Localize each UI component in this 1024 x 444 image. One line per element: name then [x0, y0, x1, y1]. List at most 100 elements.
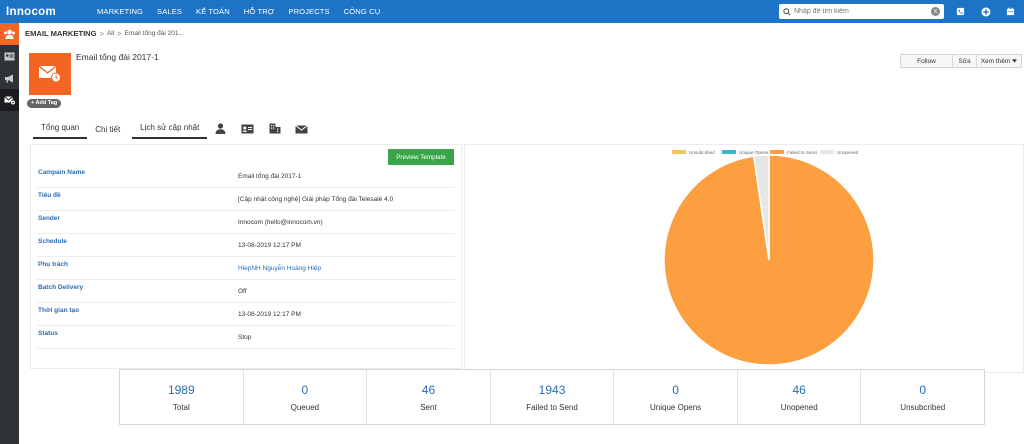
- field-label: Phụ trách: [38, 261, 68, 268]
- tab-overview[interactable]: Tổng quan: [33, 118, 88, 139]
- edit-button[interactable]: Sửa: [953, 54, 977, 68]
- field-value: Innocom (hello@innocom.vn): [238, 219, 323, 226]
- detail-row-status: Status Stop: [37, 326, 455, 349]
- stat-total: 1989 Total: [120, 370, 243, 424]
- top-icons: [943, 4, 1018, 19]
- stat-label: Sent: [420, 402, 437, 412]
- calendar-icon[interactable]: [1003, 4, 1018, 19]
- nav-sales[interactable]: SALES: [157, 7, 182, 16]
- envelope-icon: [295, 125, 309, 134]
- logo-text-3: com: [31, 5, 57, 18]
- field-value: Stop: [238, 334, 252, 341]
- detail-row-batch-delivery: Batch Delivery Off: [37, 280, 455, 303]
- phone-icon[interactable]: [953, 4, 968, 19]
- legend-item[interactable]: Unsubcribed: [672, 150, 715, 155]
- tab-contacts[interactable]: [207, 118, 234, 139]
- sidebar-item-email-marketing[interactable]: [0, 89, 19, 111]
- field-label: Tiêu đề: [38, 192, 61, 199]
- campaign-avatar: [29, 53, 71, 95]
- stat-value: 0: [672, 382, 679, 397]
- field-value: 13-08-2019 12:17 PM: [238, 242, 301, 249]
- stat-label: Unsubcribed: [900, 402, 946, 412]
- nav-projects[interactable]: PROJECTS: [288, 7, 329, 16]
- contact-card-icon: [241, 124, 254, 134]
- stat-value: 1989: [167, 382, 195, 397]
- nav-accounting[interactable]: KẾ TOÁN: [196, 7, 230, 16]
- legend-swatch: [770, 150, 784, 154]
- stat-value: 1943: [538, 382, 566, 397]
- app-logo[interactable]: Innocom: [0, 6, 65, 18]
- email-settings-icon: [3, 95, 16, 105]
- breadcrumb: EMAIL MARKETING > All > Email tổng đài 2…: [25, 29, 184, 38]
- field-label: Status: [38, 330, 58, 337]
- user-icon: [215, 123, 226, 134]
- stat-failed: 1943 Failed to Send: [489, 370, 614, 424]
- sidebar-item-campaigns[interactable]: [0, 67, 19, 89]
- follow-button[interactable]: Follow: [900, 54, 953, 68]
- sidebar-item-contacts[interactable]: [0, 45, 19, 67]
- record-actions: Follow Sửa Xem thêm: [900, 54, 1022, 68]
- legend-item[interactable]: Unopened: [820, 150, 859, 155]
- building-icon: [269, 123, 281, 134]
- campaign-details-card: Preview Template Campain Name Email tổng…: [30, 144, 462, 369]
- stat-label: Unopened: [780, 402, 818, 412]
- left-sidebar: [0, 23, 19, 444]
- search-input[interactable]: [794, 8, 934, 15]
- breadcrumb-all[interactable]: All: [107, 30, 114, 37]
- breadcrumb-separator: >: [117, 29, 122, 38]
- field-value: 13-08-2019 12:17 PM: [238, 311, 301, 318]
- stat-queued: 0 Queued: [242, 370, 367, 424]
- search-box: x: [779, 4, 944, 19]
- legend-label: Failed to Send: [787, 150, 817, 155]
- detail-row-owner: Phụ trách HiepNH Nguyễn Hoàng Hiệp: [37, 257, 455, 280]
- breadcrumb-root[interactable]: EMAIL MARKETING: [25, 29, 97, 38]
- nav-marketing[interactable]: MARKETING: [97, 7, 143, 16]
- stat-unique-opens: 0 Unique Opens: [613, 370, 737, 424]
- legend-swatch: [820, 150, 834, 154]
- breadcrumb-separator: >: [99, 29, 104, 38]
- stat-label: Queued: [290, 402, 320, 412]
- legend-item[interactable]: Failed to Send: [770, 150, 817, 155]
- stat-value: 0: [919, 382, 927, 397]
- stat-value: 46: [421, 382, 436, 397]
- pie-chart: Unsubcribed Unique Opens Failed to Send Uno…: [663, 150, 875, 366]
- tab-emails[interactable]: [288, 118, 315, 139]
- nav-support[interactable]: HỖ TRỢ: [244, 7, 275, 16]
- legend-swatch: [722, 150, 736, 154]
- stats-bar: 1989 Total 0 Queued 46 Sent 1943 Failed to S…: [119, 369, 985, 425]
- legend-item[interactable]: Unique Opens: [722, 150, 769, 155]
- detail-row-schedule: Schedule 13-08-2019 12:17 PM: [37, 234, 455, 257]
- preview-template-button[interactable]: Preview Template: [388, 149, 454, 165]
- tab-history[interactable]: Lịch sử cập nhật: [132, 118, 208, 139]
- logo-text-1: Inn: [6, 5, 25, 18]
- add-tag-button[interactable]: + Add Tag: [27, 99, 62, 108]
- email-campaign-icon: [38, 65, 61, 83]
- clear-search-icon[interactable]: x: [931, 7, 940, 16]
- stat-unsubscribed: 0 Unsubcribed: [860, 370, 984, 424]
- nav-tools[interactable]: CÔNG CỤ: [344, 7, 381, 16]
- main-content: EMAIL MARKETING > All > Email tổng đài 2…: [19, 23, 1024, 444]
- field-label: Sender: [38, 215, 61, 222]
- search-icon: [783, 7, 791, 16]
- more-dropdown-button[interactable]: Xem thêm: [977, 54, 1022, 68]
- page-title: Email tổng đài 2017-1: [76, 52, 159, 62]
- detail-row-campaign-name: Campain Name Email tổng đài 2017-1: [37, 165, 455, 188]
- sidebar-item-users[interactable]: [0, 23, 19, 45]
- detail-row-sender: Sender Innocom (hello@innocom.vn): [37, 211, 455, 234]
- stat-sent: 46 Sent: [366, 370, 490, 424]
- stat-label: Unique Opens: [650, 402, 702, 412]
- stat-label: Total: [172, 402, 190, 412]
- legend-label: Unique Opens: [739, 150, 769, 155]
- tab-leads[interactable]: [234, 118, 261, 139]
- plus-circle-icon[interactable]: [978, 4, 993, 19]
- tab-accounts[interactable]: [261, 118, 288, 139]
- stat-value: 0: [301, 382, 309, 397]
- legend-label: Unopened: [837, 150, 859, 155]
- campaign-chart-card: Unsubcribed Unique Opens Failed to Send Uno…: [464, 144, 1024, 373]
- tab-detail[interactable]: Chi tiết: [87, 118, 128, 139]
- megaphone-icon: [5, 74, 13, 82]
- detail-row-created-time: Thời gian tạo 13-08-2019 12:17 PM: [37, 303, 455, 326]
- stat-label: Failed to Send: [526, 402, 578, 412]
- owner-link[interactable]: HiepNH Nguyễn Hoàng Hiệp: [238, 265, 321, 272]
- detail-row-subject: Tiêu đề [Cập nhật công nghệ] Giải pháp T…: [37, 188, 455, 211]
